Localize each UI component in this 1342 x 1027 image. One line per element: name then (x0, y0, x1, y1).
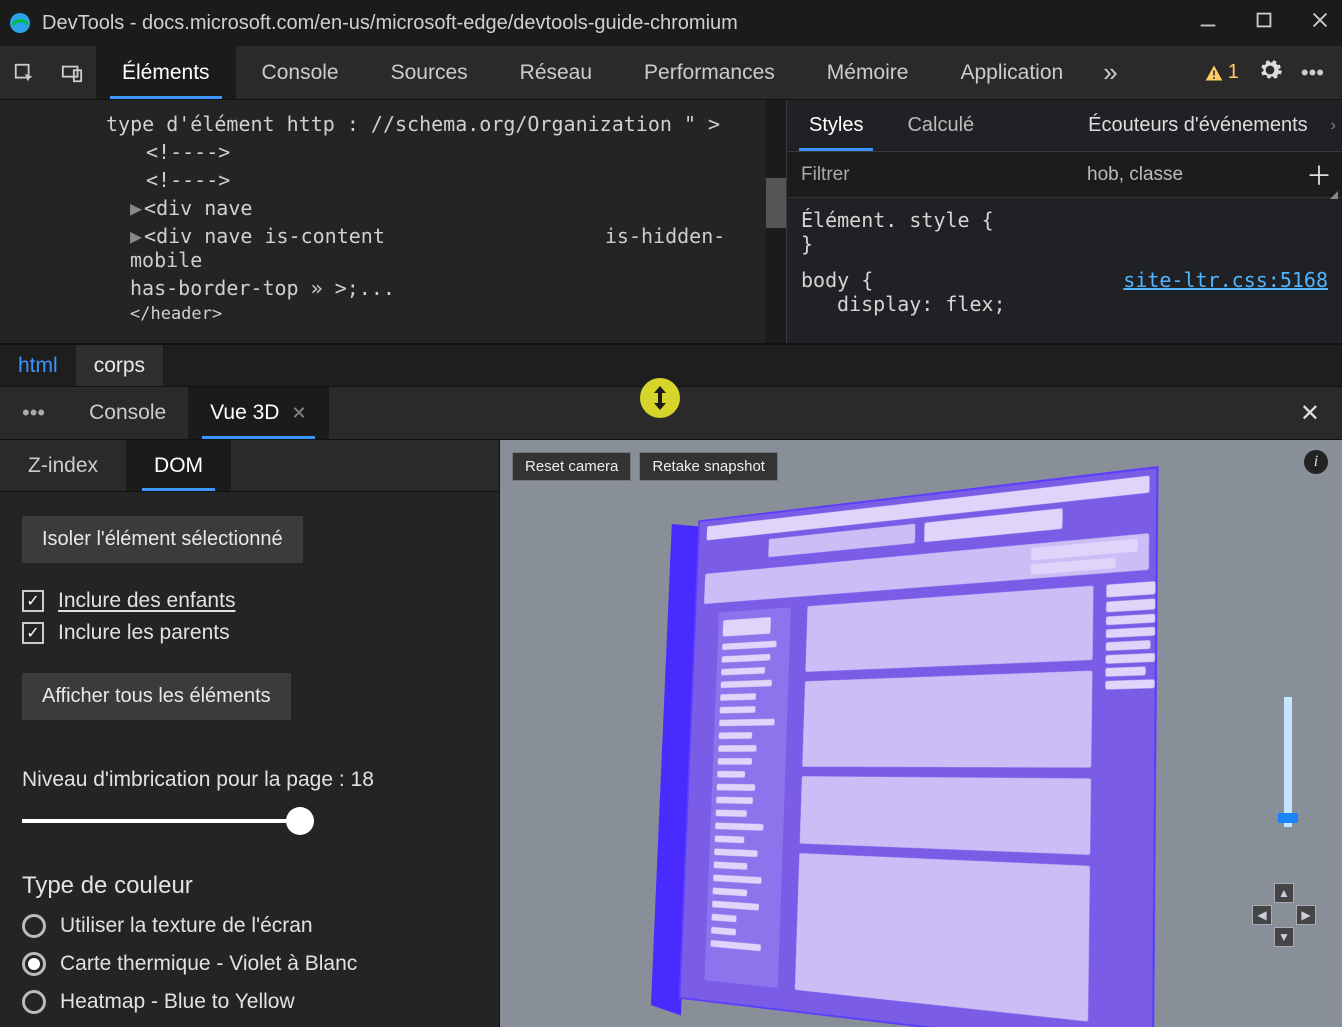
drawer-more-icon[interactable]: ••• (0, 400, 67, 426)
scrollbar[interactable] (766, 100, 786, 343)
radio-icon[interactable] (22, 914, 46, 938)
radio-icon[interactable] (22, 990, 46, 1014)
chevron-right-icon[interactable]: › (1331, 117, 1342, 135)
stylesheet-link[interactable]: site-ltr.css:5168 (1123, 268, 1328, 292)
nav-cluster: ▲ ▼ ◀ ▶ (1248, 697, 1322, 947)
edge-icon (8, 11, 32, 35)
style-rule[interactable]: body { (801, 268, 873, 292)
pan-down-button[interactable]: ▼ (1274, 927, 1294, 947)
styles-panel: Styles Calculé Écouteurs d'événements › … (786, 100, 1342, 343)
subtab-listeners[interactable]: Écouteurs d'événements (1066, 100, 1330, 151)
nesting-level-slider[interactable] (22, 806, 322, 836)
color-type-heading: Type de couleur (22, 872, 477, 900)
minimize-button[interactable] (1194, 9, 1222, 37)
more-menu-icon[interactable]: ••• (1301, 60, 1324, 86)
reset-camera-button[interactable]: Reset camera (512, 452, 631, 481)
subtab-computed[interactable]: Calculé (885, 100, 996, 151)
warnings-indicator[interactable]: 1 (1204, 61, 1239, 84)
isolate-element-button[interactable]: Isoler l'élément sélectionné (22, 516, 303, 563)
style-rule-close: } (801, 232, 1328, 256)
radio-checked-icon[interactable] (22, 952, 46, 976)
info-icon[interactable]: i (1304, 450, 1328, 474)
pan-left-button[interactable]: ◀ (1252, 905, 1272, 925)
pan-right-button[interactable]: ▶ (1296, 905, 1316, 925)
tab-network[interactable]: Réseau (494, 46, 618, 99)
tab-sources[interactable]: Sources (365, 46, 494, 99)
subtab-zindex[interactable]: Z-index (0, 440, 126, 491)
close-icon[interactable]: ✕ (291, 403, 306, 424)
include-parents-label: Inclure les parents (58, 621, 230, 645)
3d-canvas[interactable]: Reset camera Retake snapshot i (500, 440, 1342, 1027)
radio-purple-row[interactable]: Carte thermique - Violet à Blanc (22, 952, 477, 976)
nesting-level-label: Niveau d'imbrication pour la page : 18 (22, 768, 477, 792)
settings-gear-icon[interactable] (1257, 57, 1283, 88)
class-toggle[interactable]: hob, classe (1087, 164, 1183, 186)
main-tab-bar: Éléments Console Sources Réseau Performa… (0, 46, 1342, 100)
tab-elements[interactable]: Éléments (96, 46, 236, 99)
window-title: DevTools - docs.microsoft.com/en-us/micr… (42, 12, 1194, 35)
breadcrumb-item[interactable]: html (0, 345, 76, 386)
dom-line[interactable]: ▶<div nave (106, 194, 786, 222)
inspect-element-icon[interactable] (0, 46, 48, 99)
title-bar: DevTools - docs.microsoft.com/en-us/micr… (0, 0, 1342, 46)
tab-performance[interactable]: Performances (618, 46, 801, 99)
tab-application[interactable]: Application (934, 46, 1089, 99)
include-children-row[interactable]: ✓ Inclure des enfants (22, 589, 477, 613)
new-style-rule-button[interactable]: ＋ (1306, 156, 1332, 193)
maximize-button[interactable] (1250, 9, 1278, 37)
3dview-subtabs: Z-index DOM (0, 440, 499, 492)
styles-subtabs: Styles Calculé Écouteurs d'événements › (787, 100, 1342, 152)
include-parents-row[interactable]: ✓ Inclure les parents (22, 621, 477, 645)
subtab-dom[interactable]: DOM (126, 440, 231, 491)
drawer-close-button[interactable]: ✕ (1300, 399, 1320, 428)
radio-texture-label: Utiliser la texture de l'écran (60, 914, 313, 938)
show-all-elements-button[interactable]: Afficher tous les éléments (22, 673, 291, 720)
tabs-overflow[interactable]: » (1089, 46, 1131, 99)
retake-snapshot-button[interactable]: Retake snapshot (639, 452, 778, 481)
pan-dpad: ▲ ▼ ◀ ▶ (1252, 883, 1316, 947)
breadcrumb-item[interactable]: corps (76, 345, 163, 386)
pan-up-button[interactable]: ▲ (1274, 883, 1294, 903)
resize-handle-icon[interactable] (640, 378, 680, 418)
radio-blue-label: Heatmap - Blue to Yellow (60, 990, 295, 1014)
dom-line[interactable]: type d'élément http : //schema.org/Organ… (106, 110, 786, 138)
dom-line[interactable]: <!----> (106, 166, 786, 194)
dom-breadcrumb: html corps (0, 344, 1342, 386)
drawer-tab-console[interactable]: Console (67, 387, 188, 439)
checkbox-checked-icon[interactable]: ✓ (22, 590, 44, 612)
checkbox-checked-icon[interactable]: ✓ (22, 622, 44, 644)
tab-console[interactable]: Console (236, 46, 365, 99)
radio-blue-row[interactable]: Heatmap - Blue to Yellow (22, 990, 477, 1014)
3d-dom-visualization[interactable] (665, 463, 1184, 1027)
3dview-sidebar: Z-index DOM Isoler l'élément sélectionné… (0, 440, 500, 1027)
dom-line[interactable]: has-border-top » >;... (106, 274, 786, 302)
dom-line[interactable]: ▶<div nave is-contentis-hidden-mobile (106, 222, 786, 274)
radio-purple-label: Carte thermique - Violet à Blanc (60, 952, 357, 976)
device-mode-icon[interactable] (48, 46, 96, 99)
style-property[interactable]: display: flex; (801, 292, 1328, 316)
radio-texture-row[interactable]: Utiliser la texture de l'écran (22, 914, 477, 938)
styles-filter-row: Filtrer hob, classe ＋ (787, 152, 1342, 198)
subtab-styles[interactable]: Styles (787, 100, 885, 151)
filter-input[interactable]: Filtrer (787, 164, 1087, 186)
include-children-label: Inclure des enfants (58, 589, 235, 613)
dom-line[interactable]: <!----> (106, 138, 786, 166)
zoom-slider[interactable] (1284, 697, 1292, 827)
style-rule[interactable]: Élément. style { (801, 208, 1328, 232)
dom-tree-panel[interactable]: type d'élément http : //schema.org/Organ… (0, 100, 786, 343)
close-button[interactable] (1306, 9, 1334, 37)
styles-body[interactable]: Élément. style { } body { site-ltr.css:5… (787, 198, 1342, 326)
tab-memory[interactable]: Mémoire (801, 46, 935, 99)
drawer-tab-3dview[interactable]: Vue 3D ✕ (188, 387, 328, 439)
dom-line[interactable]: </header> (106, 302, 786, 326)
